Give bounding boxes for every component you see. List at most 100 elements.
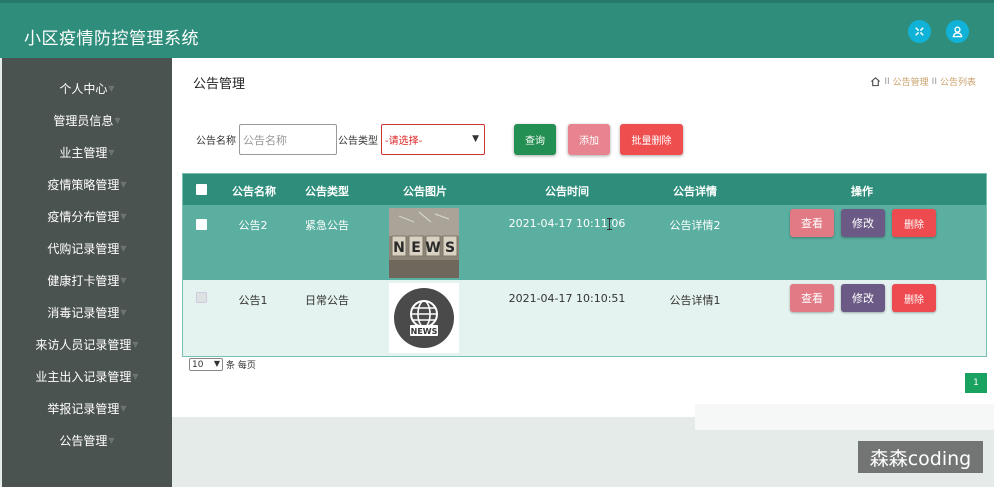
sidebar-item-label: 疫情策略管理 xyxy=(47,177,120,192)
sidebar-item-personal-center[interactable]: 个人中心 ▼ xyxy=(2,77,172,99)
view-button[interactable]: 查看 xyxy=(790,209,834,237)
delete-button[interactable]: 删除 xyxy=(892,209,936,237)
text-cursor-icon xyxy=(607,218,612,230)
row-checkbox[interactable] xyxy=(196,219,207,230)
sidebar-item-label: 业主出入记录管理 xyxy=(35,369,132,384)
sidebar-item-owner-access[interactable]: 业主出入记录管理 ▼ xyxy=(2,365,172,387)
user-icon[interactable] xyxy=(946,20,969,43)
name-filter-input[interactable]: 公告名称 xyxy=(239,124,337,155)
breadcrumb-item[interactable]: 公告管理 xyxy=(893,75,929,88)
sidebar-item-reports[interactable]: 举报记录管理 ▼ xyxy=(2,397,172,419)
page-number-button[interactable]: 1 xyxy=(965,373,987,393)
column-header: 操作 xyxy=(851,185,873,198)
sidebar-item-visitor-records[interactable]: 来访人员记录管理 ▼ xyxy=(2,333,172,355)
announcement-table: 公告名称 公告类型 公告图片 公告时间 公告详情 操作 公告2 紧急公告 N E… xyxy=(182,173,987,357)
sidebar-item-label: 来访人员记录管理 xyxy=(35,337,132,352)
edit-button[interactable]: 修改 xyxy=(841,284,885,312)
sidebar-item-label: 管理员信息 xyxy=(53,113,114,128)
announcement-detail: 公告详情2 xyxy=(669,219,721,232)
sidebar-item-epidemic-strategy[interactable]: 疫情策略管理 ▼ xyxy=(2,173,172,195)
delete-button[interactable]: 删除 xyxy=(892,284,936,312)
column-header: 公告名称 xyxy=(232,185,276,198)
select-all-checkbox[interactable] xyxy=(196,184,207,195)
chevron-down-icon: ▼ xyxy=(108,147,115,157)
query-button[interactable]: 查询 xyxy=(514,124,556,155)
chevron-down-icon: ▼ xyxy=(132,339,139,349)
chevron-down-icon: ▼ xyxy=(120,243,127,253)
breadcrumb-separator: II xyxy=(931,76,937,87)
news-globe-icon[interactable]: NEWS xyxy=(389,283,459,353)
chevron-down-icon: ▼ xyxy=(132,371,139,381)
sidebar-item-label: 消毒记录管理 xyxy=(47,305,120,320)
type-filter-label: 公告类型 xyxy=(338,136,378,147)
sidebar-item-label: 业主管理 xyxy=(59,145,108,160)
page-size-select[interactable]: 10 ▼ xyxy=(189,358,223,371)
table-header: 公告名称 公告类型 公告图片 公告时间 公告详情 操作 xyxy=(183,174,986,205)
top-navbar: 小区疫情防控管理系统 xyxy=(0,0,994,58)
chevron-down-icon: ▼ xyxy=(120,275,127,285)
page-size-suffix: 条 每页 xyxy=(226,361,256,371)
sidebar-item-health-checkin[interactable]: 健康打卡管理 ▼ xyxy=(2,269,172,291)
svg-text:E: E xyxy=(411,240,421,256)
svg-text:W: W xyxy=(425,240,440,256)
page-title: 公告管理 xyxy=(193,77,246,92)
row-checkbox[interactable] xyxy=(196,292,207,303)
sidebar-item-label: 代购记录管理 xyxy=(47,241,120,256)
breadcrumb-separator: II xyxy=(884,76,890,87)
column-header: 公告图片 xyxy=(403,185,447,198)
chevron-down-icon: ▼ xyxy=(114,115,121,125)
watermark: 森森coding xyxy=(858,441,983,473)
announcement-name: 公告2 xyxy=(238,219,268,232)
sidebar-item-label: 公告管理 xyxy=(59,433,108,448)
home-icon[interactable] xyxy=(870,76,881,87)
sidebar-item-disinfection[interactable]: 消毒记录管理 ▼ xyxy=(2,301,172,323)
page-size-control: 10 ▼ 条 每页 xyxy=(189,358,256,371)
table-row: 公告2 紧急公告 N E W S 2021-04-17 10:11:06 公告详… xyxy=(183,205,986,280)
chevron-down-icon: ▼ xyxy=(120,179,127,189)
chevron-down-icon: ▼ xyxy=(120,211,127,221)
table-row: 公告1 日常公告 NEWS 2021-04-17 10:10:51 公告详情1 … xyxy=(183,280,986,356)
sidebar-item-label: 个人中心 xyxy=(59,81,108,96)
column-header: 公告类型 xyxy=(305,185,349,198)
content-fade xyxy=(695,404,994,430)
breadcrumb: II 公告管理 II 公告列表 xyxy=(870,75,976,88)
sidebar-item-announcements[interactable]: 公告管理 ▼ xyxy=(2,429,172,451)
view-button[interactable]: 查看 xyxy=(790,284,834,312)
announcement-name: 公告1 xyxy=(238,294,268,307)
chevron-down-icon: ▼ xyxy=(120,403,127,413)
shrink-icon[interactable] xyxy=(908,20,931,43)
announcement-time: 2021-04-17 10:10:51 xyxy=(508,292,626,305)
type-filter-value: -请选择- xyxy=(385,136,423,147)
sidebar-item-admin-info[interactable]: 管理员信息 ▼ xyxy=(2,109,172,131)
chevron-down-icon: ▼ xyxy=(120,307,127,317)
sidebar-item-label: 健康打卡管理 xyxy=(47,273,120,288)
page-size-value: 10 xyxy=(192,359,204,370)
chevron-down-icon: ▼ xyxy=(108,83,115,93)
app-title: 小区疫情防控管理系统 xyxy=(24,29,199,49)
chevron-down-icon: ▼ xyxy=(108,435,115,445)
edit-button[interactable]: 修改 xyxy=(841,209,885,237)
svg-text:N: N xyxy=(393,240,405,256)
chevron-down-icon: ▼ xyxy=(213,359,220,368)
svg-text:NEWS: NEWS xyxy=(411,327,438,336)
batch-delete-button[interactable]: 批量删除 xyxy=(620,124,683,155)
sidebar-item-purchase-records[interactable]: 代购记录管理 ▼ xyxy=(2,237,172,259)
add-button[interactable]: 添加 xyxy=(568,124,610,155)
column-header: 公告详情 xyxy=(673,185,717,198)
chevron-down-icon: ▼ xyxy=(472,134,479,144)
announcement-type: 紧急公告 xyxy=(305,219,349,232)
name-filter-label: 公告名称 xyxy=(196,136,236,147)
sidebar-item-owners[interactable]: 业主管理 ▼ xyxy=(2,141,172,163)
sidebar-item-epidemic-distribution[interactable]: 疫情分布管理 ▼ xyxy=(2,205,172,227)
sidebar: 个人中心 ▼ 管理员信息 ▼ 业主管理 ▼ 疫情策略管理 ▼ 疫情分布管理 ▼ 代购记录管… xyxy=(2,58,172,487)
type-filter-select[interactable]: -请选择- ▼ xyxy=(381,124,485,155)
announcement-detail: 公告详情1 xyxy=(669,294,721,307)
sidebar-item-label: 举报记录管理 xyxy=(47,401,120,416)
svg-text:S: S xyxy=(445,240,455,256)
sidebar-item-label: 疫情分布管理 xyxy=(47,209,120,224)
breadcrumb-item[interactable]: 公告列表 xyxy=(940,75,976,88)
name-filter-placeholder: 公告名称 xyxy=(243,133,287,147)
announcement-type: 日常公告 xyxy=(305,294,349,307)
column-header: 公告时间 xyxy=(545,185,589,198)
news-photo[interactable]: N E W S xyxy=(389,208,459,278)
